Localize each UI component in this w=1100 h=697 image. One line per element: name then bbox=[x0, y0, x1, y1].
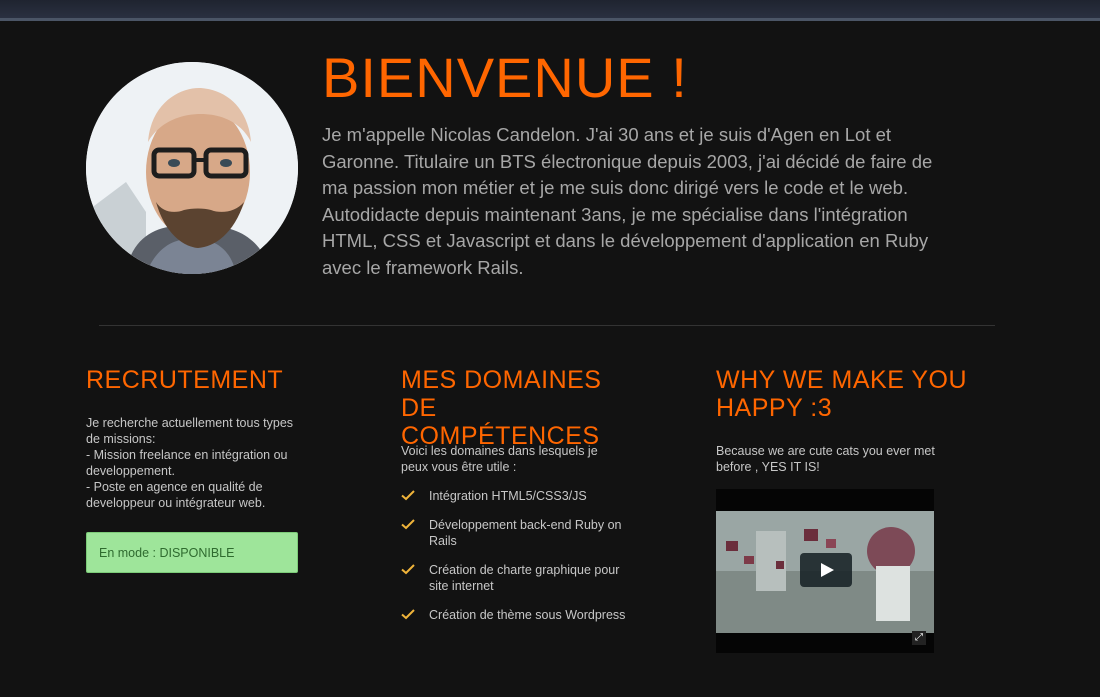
top-bar bbox=[0, 0, 1100, 21]
avatar bbox=[86, 62, 298, 274]
domaines-list: Intégration HTML5/CSS3/JS Développement … bbox=[401, 488, 631, 636]
happy-text: Because we are cute cats you ever met be… bbox=[716, 444, 935, 474]
check-icon bbox=[401, 609, 415, 620]
fullscreen-icon[interactable]: ⤢ bbox=[912, 631, 926, 645]
domaines-intro: Voici les domaines dans lesquels je peux… bbox=[401, 444, 598, 474]
recrutement-text: Je recherche actuellement tous types de … bbox=[86, 416, 294, 510]
check-icon bbox=[401, 490, 415, 501]
availability-status-button[interactable]: En mode : DISPONIBLE bbox=[86, 532, 298, 573]
list-item: Création de charte graphique pour site i… bbox=[401, 562, 631, 594]
list-item-label: Développement back-end Ruby on Rails bbox=[429, 518, 622, 548]
domaines-section: MES DOMAINES DE COMPÉTENCES Voici les do… bbox=[401, 366, 631, 622]
check-icon bbox=[401, 564, 415, 575]
recrutement-title: RECRUTEMENT bbox=[86, 366, 284, 394]
divider bbox=[99, 325, 995, 326]
list-item: Intégration HTML5/CSS3/JS bbox=[401, 488, 631, 504]
happy-section: WHY WE MAKE YOU HAPPY :3 Because we are … bbox=[716, 366, 1006, 653]
video-player[interactable]: ⤢ bbox=[716, 489, 934, 653]
list-item: Développement back-end Ruby on Rails bbox=[401, 517, 631, 549]
list-item: Création de thème sous Wordpress bbox=[401, 607, 631, 623]
list-item-label: Intégration HTML5/CSS3/JS bbox=[429, 489, 587, 503]
list-item-label: Création de charte graphique pour site i… bbox=[429, 563, 620, 593]
happy-title: WHY WE MAKE YOU HAPPY :3 bbox=[716, 366, 968, 422]
recrutement-section: RECRUTEMENT Je recherche actuellement to… bbox=[86, 366, 298, 573]
check-icon bbox=[401, 519, 415, 530]
domaines-title: MES DOMAINES DE COMPÉTENCES bbox=[401, 366, 602, 450]
play-icon[interactable] bbox=[800, 553, 852, 587]
page-title: BIENVENUE ! bbox=[322, 46, 688, 109]
intro-text: Je m'appelle Nicolas Candelon. J'ai 30 a… bbox=[322, 124, 933, 278]
list-item-label: Création de thème sous Wordpress bbox=[429, 608, 626, 622]
